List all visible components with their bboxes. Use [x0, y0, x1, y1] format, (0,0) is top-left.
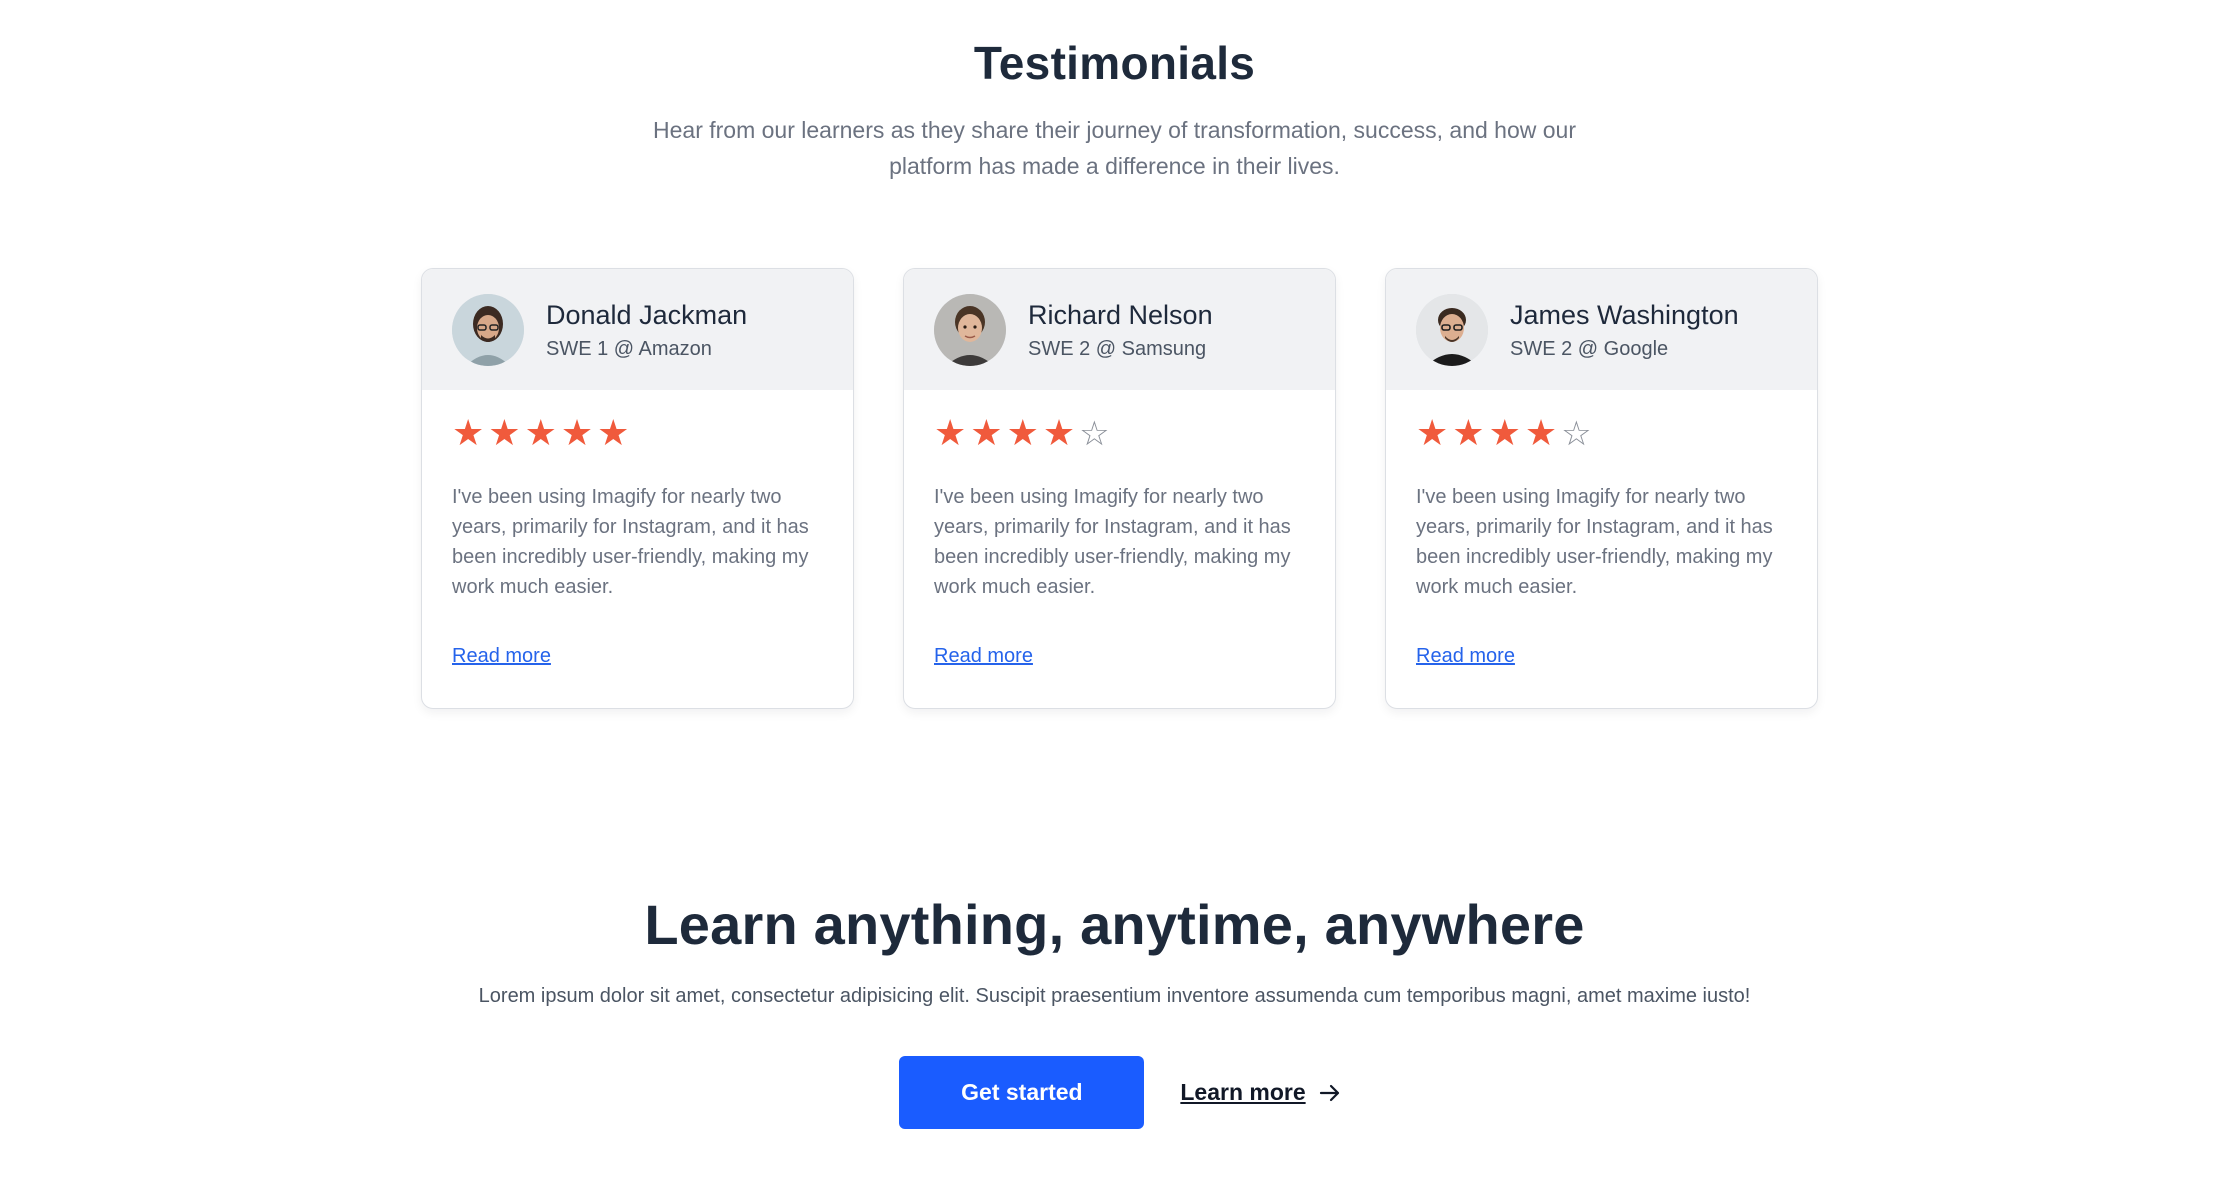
get-started-button[interactable]: Get started	[899, 1056, 1145, 1129]
avatar	[934, 293, 1006, 366]
testimonial-quote: I've been using Imagify for nearly two y…	[1416, 486, 1773, 598]
testimonial-cards: Donald Jackman SWE 1 @ Amazon ★ ★ ★ ★ ★ …	[421, 268, 1818, 709]
star-filled-icon: ★	[524, 413, 557, 454]
person-name: James Washington	[1510, 300, 1739, 330]
star-filled-icon: ★	[597, 413, 630, 454]
person-name: Richard Nelson	[1028, 300, 1213, 330]
read-more-link[interactable]: Read more	[934, 645, 1033, 668]
card-body: ★ ★ ★ ★ ☆ I've been using Imagify for ne…	[1386, 390, 1817, 602]
testimonial-quote: I've been using Imagify for nearly two y…	[934, 486, 1291, 598]
star-filled-icon: ★	[1042, 413, 1076, 454]
star-filled-icon: ★	[452, 413, 485, 454]
person-role: SWE 2 @ Samsung	[1028, 338, 1207, 360]
cta-section: Learn anything, anytime, anywhere Lorem …	[0, 892, 2229, 1129]
testimonial-card: James Washington SWE 2 @ Google ★ ★ ★ ★ …	[1385, 268, 1818, 709]
avatar	[452, 293, 524, 366]
read-more-link[interactable]: Read more	[1416, 645, 1515, 668]
star-filled-icon: ★	[1488, 413, 1521, 454]
person-info: Richard Nelson SWE 2 @ Samsung	[1028, 298, 1213, 361]
page: Testimonials Hear from our learners as t…	[0, 0, 2229, 1187]
star-filled-icon: ★	[934, 413, 967, 454]
avatar	[1416, 293, 1488, 366]
card-header: Richard Nelson SWE 2 @ Samsung	[904, 269, 1335, 390]
testimonials-header: Testimonials Hear from our learners as t…	[0, 36, 2229, 184]
star-filled-icon: ★	[1416, 413, 1449, 454]
star-rating: ★ ★ ★ ★ ★	[452, 416, 823, 452]
avatar-image	[934, 293, 1006, 366]
card-body: ★ ★ ★ ★ ☆ I've been using Imagify for ne…	[904, 390, 1335, 602]
testimonials-subtitle: Hear from our learners as they share the…	[653, 117, 1576, 179]
read-more-link[interactable]: Read more	[452, 645, 551, 668]
avatar-image	[452, 293, 524, 366]
learn-more-button[interactable]: Learn more	[1180, 1079, 1341, 1106]
star-filled-icon: ★	[1524, 413, 1558, 454]
learn-more-label: Learn more	[1180, 1079, 1306, 1105]
star-filled-icon: ★	[1006, 413, 1039, 454]
star-empty-icon: ☆	[1561, 414, 1592, 454]
person-role: SWE 2 @ Google	[1510, 338, 1669, 360]
card-header: James Washington SWE 2 @ Google	[1386, 269, 1817, 390]
star-rating: ★ ★ ★ ★ ☆	[934, 413, 1305, 454]
testimonial-quote: I've been using Imagify for nearly two y…	[452, 486, 809, 598]
cta-title: Learn anything, anytime, anywhere	[644, 893, 1585, 956]
cta-description: Lorem ipsum dolor sit amet, consectetur …	[478, 985, 1751, 1007]
star-empty-icon: ☆	[1079, 414, 1110, 454]
star-filled-icon: ★	[560, 413, 594, 454]
arrow-right-icon	[1319, 1084, 1339, 1101]
testimonial-card: Richard Nelson SWE 2 @ Samsung ★ ★ ★ ★ ☆…	[903, 268, 1336, 709]
card-header: Donald Jackman SWE 1 @ Amazon	[422, 269, 853, 390]
avatar-image	[1416, 293, 1488, 366]
person-info: Donald Jackman SWE 1 @ Amazon	[546, 298, 747, 361]
star-filled-icon: ★	[970, 413, 1003, 454]
star-filled-icon: ★	[488, 413, 521, 454]
star-rating: ★ ★ ★ ★ ☆	[1416, 413, 1787, 454]
person-role: SWE 1 @ Amazon	[546, 338, 712, 360]
card-body: ★ ★ ★ ★ ★ I've been using Imagify for ne…	[422, 390, 853, 602]
star-filled-icon: ★	[1452, 413, 1485, 454]
person-info: James Washington SWE 2 @ Google	[1510, 298, 1739, 361]
cta-actions: Get started Learn more	[0, 1056, 2229, 1129]
testimonials-title: Testimonials	[973, 37, 1256, 89]
testimonial-card: Donald Jackman SWE 1 @ Amazon ★ ★ ★ ★ ★ …	[421, 268, 854, 709]
person-name: Donald Jackman	[546, 300, 748, 330]
